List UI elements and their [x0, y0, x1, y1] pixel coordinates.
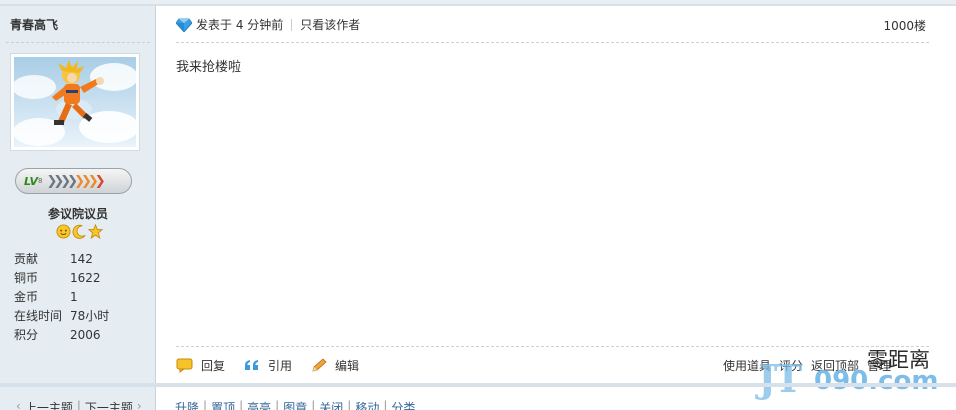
mod-separator: |	[311, 399, 316, 410]
reply-icon	[176, 358, 193, 373]
nav-separator: |	[76, 399, 81, 410]
mod-link-move[interactable]: 移动	[355, 399, 379, 410]
post-body: 发表于 4 分钟前 只看该作者 1000楼 我来抢楼啦 回复 引用 编辑 使用道…	[157, 6, 954, 383]
moon-icon	[72, 224, 86, 239]
stat-label: 金币	[14, 290, 39, 304]
mod-separator: |	[239, 399, 244, 410]
stat-value: 142	[70, 251, 93, 266]
user-sidebar: 青春高飞 LV 8 ❯❯❯❯❯❯❯❯ 参议院议员 贡献 142 铜币 1622 …	[0, 6, 156, 383]
post-meta: 发表于 4 分钟前 只看该作者	[176, 16, 360, 33]
floor-number[interactable]: 1000楼	[883, 17, 926, 34]
mod-link-sticky[interactable]: 置顶	[211, 399, 235, 410]
mod-link-highlight[interactable]: 高亮	[247, 399, 271, 410]
stat-row: 金币 1	[14, 287, 154, 306]
mod-link-category[interactable]: 分类	[391, 399, 415, 410]
stat-label: 贡献	[14, 252, 39, 266]
post-actions: 回复 引用 编辑	[176, 357, 377, 374]
stat-value: 2006	[70, 327, 101, 342]
reply-button[interactable]: 回复	[176, 357, 225, 374]
mod-separator: |	[347, 399, 352, 410]
thread-nav: ‹ 上一主题 | 下一主题 ›	[12, 399, 146, 410]
stat-value: 1622	[70, 270, 101, 285]
site-watermark: JT 零距离 090.com	[752, 344, 956, 410]
stat-value: 78小时	[70, 309, 110, 323]
post-content: 我来抢楼啦	[176, 60, 242, 75]
quote-icon	[245, 360, 259, 370]
reply-label: 回复	[201, 359, 226, 373]
meta-divider	[176, 42, 929, 43]
nav-next-arrow-icon: ›	[136, 399, 142, 410]
mod-link-close[interactable]: 关闭	[319, 399, 343, 410]
level-chevrons-icon: ❯❯❯❯❯❯❯❯	[46, 173, 105, 189]
watermark-brand: JT	[758, 356, 802, 401]
user-stats: 贡献 142 铜币 1622 金币 1 在线时间 78小时 积分 2006	[14, 249, 154, 344]
stat-row: 铜币 1622	[14, 268, 154, 287]
post-time: 发表于 4 分钟前	[196, 18, 284, 32]
stat-value: 1	[70, 289, 78, 304]
watermark-number: 090.com	[814, 366, 939, 396]
rank-icons	[56, 224, 103, 239]
only-author-link[interactable]: 只看该作者	[300, 16, 360, 33]
next-thread-link[interactable]: 下一主题	[85, 399, 133, 410]
mod-link-stamp[interactable]: 图章	[283, 399, 307, 410]
edit-label: 编辑	[335, 359, 360, 373]
meta-separator	[291, 18, 293, 31]
level-text: LV	[24, 174, 39, 188]
avatar-image	[14, 57, 136, 147]
rank-title: 参议院议员	[47, 207, 108, 221]
stat-row: 贡献 142	[14, 249, 154, 268]
edit-button[interactable]: 编辑	[310, 357, 359, 374]
star-icon	[88, 224, 103, 239]
quote-button[interactable]: 引用	[243, 357, 292, 374]
stat-row: 积分 2006	[14, 325, 154, 344]
diamond-icon	[176, 18, 192, 32]
stat-label: 积分	[14, 328, 39, 342]
stat-label: 在线时间	[14, 309, 63, 323]
avatar[interactable]	[10, 53, 140, 151]
pencil-icon	[312, 358, 327, 372]
mod-link-updown[interactable]: 升降	[175, 399, 199, 410]
mod-separator: |	[203, 399, 208, 410]
sidebar-divider	[6, 42, 150, 43]
level-number: 8	[38, 177, 43, 185]
nav-prev-arrow-icon: ‹	[16, 399, 21, 410]
level-badge: LV 8 ❯❯❯❯❯❯❯❯	[15, 168, 132, 194]
sun-icon	[56, 224, 71, 239]
moderation-links: 升降 | 置顶 | 高亮 | 图章 | 关闭 | 移动 | 分类	[175, 399, 415, 410]
mod-separator: |	[383, 399, 388, 410]
quote-label: 引用	[268, 359, 293, 373]
stat-label: 铜币	[14, 271, 39, 285]
username[interactable]: 青春高飞	[10, 16, 58, 33]
forum-post-page: 青春高飞 LV 8 ❯❯❯❯❯❯❯❯ 参议院议员 贡献 142 铜币 1622 …	[0, 0, 956, 410]
prev-thread-link[interactable]: 上一主题	[25, 399, 73, 410]
stat-row: 在线时间 78小时	[14, 306, 154, 325]
mod-separator: |	[275, 399, 280, 410]
